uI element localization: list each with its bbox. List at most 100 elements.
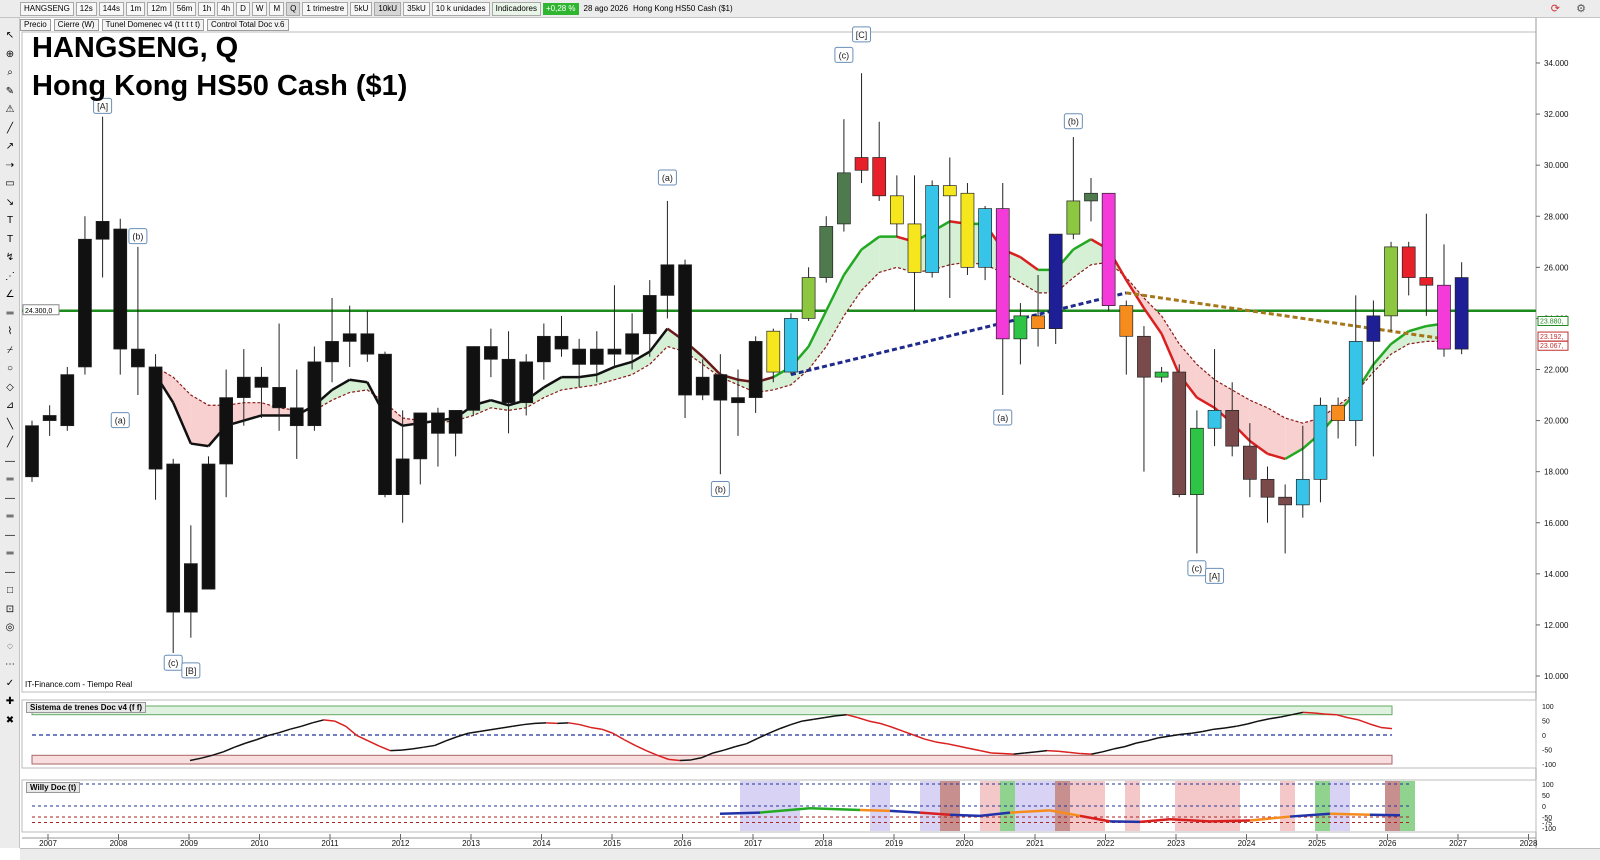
x-tick-label: 2007 bbox=[39, 839, 57, 848]
candle-body bbox=[572, 348, 587, 365]
y-tick-label: 12.000 bbox=[1544, 621, 1569, 630]
candle-body bbox=[942, 185, 957, 197]
candle-body bbox=[854, 157, 869, 171]
candle-body bbox=[1066, 200, 1081, 235]
data-source: IT-Finance.com - Tiempo Real bbox=[25, 680, 133, 689]
chart-subtitle: Hong Kong HS50 Cash ($1) bbox=[32, 70, 408, 102]
oscillator1-line-segment bbox=[679, 759, 691, 762]
x-tick-label: 2023 bbox=[1167, 839, 1185, 848]
wave-label: (c) bbox=[1192, 564, 1203, 574]
candle-body bbox=[519, 361, 534, 404]
y-tick-label: 22.000 bbox=[1544, 366, 1569, 375]
candle-body bbox=[1260, 478, 1275, 498]
x-tick-label: 2024 bbox=[1238, 839, 1256, 848]
wave-label: (a) bbox=[115, 416, 126, 426]
x-tick-label: 2018 bbox=[815, 839, 833, 848]
oscillator2-line-segment bbox=[809, 806, 861, 812]
oscillator2-line-segment bbox=[889, 809, 921, 814]
candle-body bbox=[1225, 410, 1240, 447]
chart-title: HANGSENG, Q bbox=[32, 32, 239, 64]
wave-label: (b) bbox=[132, 232, 143, 242]
oscillator2-title[interactable]: Willy Doc (t) bbox=[26, 782, 81, 793]
candle-body bbox=[1084, 192, 1098, 202]
candle-body bbox=[1295, 478, 1310, 506]
oscillator1-tick-label: -100 bbox=[1542, 762, 1556, 769]
candle-body bbox=[78, 238, 92, 368]
candle-body bbox=[113, 228, 128, 350]
oscillator1-line-segment bbox=[534, 722, 547, 725]
candle-body bbox=[607, 348, 622, 355]
candle-body bbox=[995, 208, 1010, 340]
candle-body bbox=[1313, 404, 1328, 480]
oscillator1-line-segment bbox=[991, 752, 1003, 755]
candle-body bbox=[378, 353, 392, 496]
candle-body bbox=[1242, 445, 1257, 480]
candle-body bbox=[642, 295, 657, 335]
candle-body bbox=[554, 335, 569, 350]
candle-body bbox=[819, 226, 834, 278]
candle-body bbox=[1101, 192, 1116, 306]
x-tick-label: 2025 bbox=[1308, 839, 1326, 848]
oscillator2-line-segment bbox=[1209, 819, 1251, 823]
wave-label: [C] bbox=[856, 30, 868, 40]
time-scrollbar[interactable] bbox=[20, 848, 1600, 860]
candle-body bbox=[536, 335, 551, 363]
x-tick-label: 2012 bbox=[392, 839, 410, 848]
candle-body bbox=[360, 333, 375, 355]
candle-body bbox=[695, 376, 710, 396]
candle-body bbox=[484, 346, 498, 360]
candle-body bbox=[748, 341, 763, 398]
y-tick-label: 20.000 bbox=[1544, 417, 1569, 426]
candle-body bbox=[872, 157, 887, 197]
candle-body bbox=[325, 341, 339, 363]
candle-body bbox=[1348, 341, 1363, 421]
candle-body bbox=[1048, 233, 1063, 329]
candle-body bbox=[1031, 315, 1045, 329]
candle-body bbox=[713, 374, 728, 401]
candle-body bbox=[272, 387, 286, 409]
x-tick-label: 2013 bbox=[462, 839, 480, 848]
candle-body bbox=[254, 376, 269, 388]
oscillator2-line-segment bbox=[1329, 812, 1371, 817]
x-tick-label: 2026 bbox=[1379, 839, 1397, 848]
candle-body bbox=[1454, 277, 1469, 350]
candle-body bbox=[289, 407, 304, 427]
oscillator1-line-segment bbox=[1002, 752, 1014, 755]
wave-label: (a) bbox=[997, 413, 1008, 423]
oscillator2-line-segment bbox=[949, 813, 981, 818]
candle-body bbox=[201, 463, 216, 590]
candle-body bbox=[1366, 315, 1381, 342]
candle-body bbox=[1278, 496, 1293, 506]
x-tick-label: 2016 bbox=[674, 839, 692, 848]
oscillator2-line-segment bbox=[859, 808, 891, 813]
candle-body bbox=[95, 221, 110, 240]
y-tick-label: 16.000 bbox=[1544, 519, 1569, 528]
candle-body bbox=[131, 348, 145, 368]
candle-body bbox=[1119, 305, 1134, 337]
y-tick-label: 10.000 bbox=[1544, 672, 1569, 681]
x-tick-label: 2021 bbox=[1026, 839, 1044, 848]
y-tick-label: 26.000 bbox=[1544, 263, 1569, 272]
oscillator1-line-segment bbox=[1046, 749, 1059, 752]
oscillator2-tick-label: 0 bbox=[1542, 804, 1546, 811]
candle-body bbox=[1154, 371, 1169, 378]
x-tick-label: 2009 bbox=[180, 839, 198, 848]
y-tick-label: 32.000 bbox=[1544, 110, 1569, 119]
wave-label: (b) bbox=[715, 485, 726, 495]
oscillator1-line-segment bbox=[546, 722, 558, 725]
oscillator1-title[interactable]: Sistema de trenes Doc v4 (f f) bbox=[26, 702, 147, 713]
x-tick-label: 2008 bbox=[110, 839, 128, 848]
x-tick-label: 2020 bbox=[956, 839, 974, 848]
wave-label: (c) bbox=[839, 50, 850, 60]
y-tick-label: 28.000 bbox=[1544, 212, 1569, 221]
candle-body bbox=[448, 410, 463, 434]
wave-label: (a) bbox=[662, 173, 673, 183]
candle-body bbox=[307, 361, 322, 427]
candle-body bbox=[1172, 371, 1187, 496]
candle-body bbox=[1013, 315, 1028, 340]
wave-label: [A] bbox=[1209, 571, 1220, 581]
candle-body bbox=[1419, 277, 1434, 286]
oscillator1-line-segment bbox=[1302, 711, 1315, 714]
x-tick-label: 2027 bbox=[1449, 839, 1467, 848]
candle-body bbox=[731, 397, 745, 404]
